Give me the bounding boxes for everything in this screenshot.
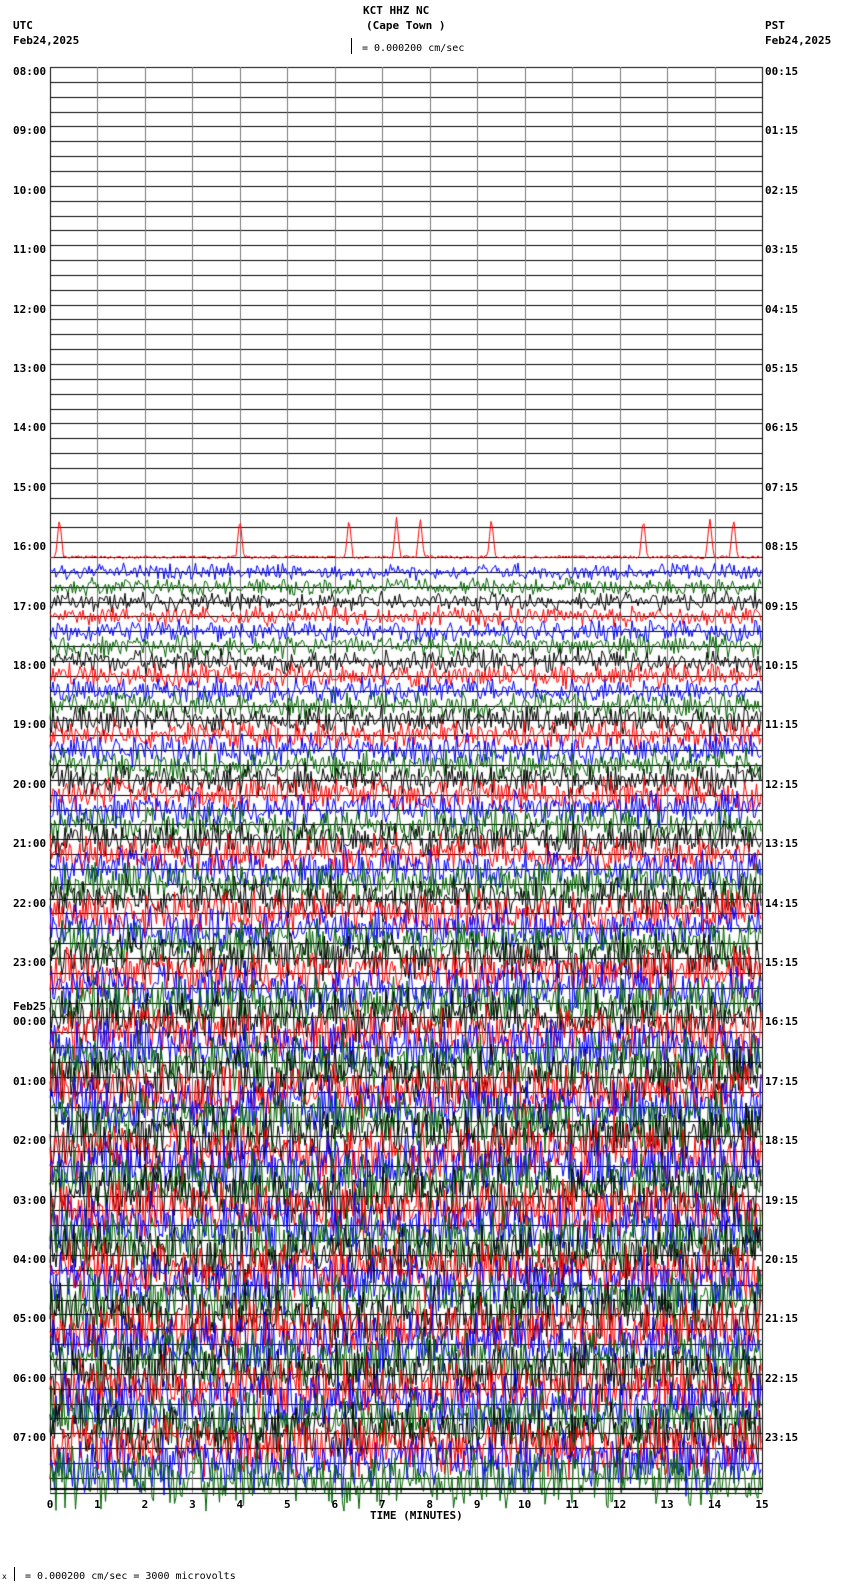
right-hour-label: 05:15 xyxy=(765,362,799,375)
right-hour-label: 08:15 xyxy=(765,540,799,554)
right-hour-label: 16:15 xyxy=(765,1015,799,1029)
left-hour-label: 06:00 xyxy=(13,1371,47,1385)
left-hour-label: 17:00 xyxy=(13,599,47,613)
x-tick-label: 14 xyxy=(707,1498,722,1511)
right-hour-label: 17:15 xyxy=(765,1074,799,1088)
right-hour-label: 01:15 xyxy=(765,124,799,138)
left-hour-label: 10:00 xyxy=(13,183,47,197)
corner-mark: x xyxy=(2,1572,7,1581)
right-hour-label: 11:15 xyxy=(765,718,799,732)
left-hour-label: 13:00 xyxy=(13,362,47,375)
right-hour-label: 18:15 xyxy=(765,1134,799,1148)
right-date: Feb24,2025 xyxy=(765,34,832,47)
right-hour-label: 07:15 xyxy=(765,480,799,494)
left-date-label: Feb25 xyxy=(13,1000,47,1014)
left-hour-label: 21:00 xyxy=(13,837,47,851)
right-hour-label: 23:15 xyxy=(765,1431,799,1445)
footer-scale-bar-icon xyxy=(14,1567,15,1581)
right-hour-label: 10:15 xyxy=(765,659,799,672)
right-hour-label: 00:15 xyxy=(765,65,799,78)
x-tick-label: 10 xyxy=(518,1498,532,1511)
left-hour-label: 05:00 xyxy=(13,1312,47,1326)
left-hour-label: 08:00 xyxy=(13,65,47,78)
helicorder-plot xyxy=(0,0,850,1584)
x-tick-label: 2 xyxy=(141,1498,149,1511)
left-hour-label: 15:00 xyxy=(13,480,47,494)
x-tick-label: 13 xyxy=(660,1498,674,1511)
right-hour-label: 20:15 xyxy=(765,1253,799,1266)
right-hour-label: 22:15 xyxy=(765,1371,799,1385)
x-tick-label: 12 xyxy=(612,1498,627,1511)
left-hour-label: 09:00 xyxy=(13,124,47,138)
x-tick-label: 1 xyxy=(94,1498,101,1511)
left-hour-label: 04:00 xyxy=(13,1253,47,1266)
right-hour-label: 21:15 xyxy=(765,1312,799,1326)
x-tick-label: 9 xyxy=(473,1498,481,1511)
left-hour-label: 18:00 xyxy=(13,659,47,672)
x-tick-label: 4 xyxy=(236,1498,244,1511)
left-date: Feb24,2025 xyxy=(13,34,80,47)
left-hour-label: 20:00 xyxy=(13,777,47,791)
left-hour-label: 23:00 xyxy=(13,956,47,969)
right-timezone: PST xyxy=(765,19,785,32)
right-hour-label: 19:15 xyxy=(765,1193,799,1207)
station-title: KCT HHZ NC xyxy=(363,4,430,17)
x-tick-label: 3 xyxy=(189,1498,196,1511)
left-hour-label: 19:00 xyxy=(13,718,47,732)
x-axis-label: TIME (MINUTES) xyxy=(370,1509,463,1522)
right-hour-label: 04:15 xyxy=(765,302,799,316)
right-hour-label: 15:15 xyxy=(765,956,799,969)
x-tick-label: 15 xyxy=(755,1498,769,1511)
x-tick-label: 6 xyxy=(331,1498,339,1511)
left-hour-label: 00:00 xyxy=(13,1015,47,1029)
x-tick-label: 0 xyxy=(46,1498,54,1511)
right-hour-label: 03:15 xyxy=(765,243,799,257)
right-hour-label: 12:15 xyxy=(765,777,799,791)
x-tick-label: 11 xyxy=(565,1498,579,1511)
scale-bar-icon xyxy=(351,38,352,54)
left-hour-label: 11:00 xyxy=(13,243,47,257)
right-hour-label: 02:15 xyxy=(765,183,799,197)
x-tick-label: 5 xyxy=(284,1498,291,1511)
left-hour-label: 07:00 xyxy=(13,1431,47,1445)
right-hour-label: 06:15 xyxy=(765,421,799,435)
left-hour-label: 12:00 xyxy=(13,302,47,316)
left-timezone: UTC xyxy=(13,19,33,32)
left-hour-label: 02:00 xyxy=(13,1134,47,1148)
scale-text: = 0.000200 cm/sec xyxy=(362,43,465,54)
right-hour-label: 13:15 xyxy=(765,837,799,851)
station-location: (Cape Town ) xyxy=(366,19,446,32)
left-hour-label: 16:00 xyxy=(13,540,47,554)
right-hour-label: 09:15 xyxy=(765,599,799,613)
left-hour-label: 14:00 xyxy=(13,421,47,435)
left-hour-label: 22:00 xyxy=(13,896,47,910)
left-hour-label: 03:00 xyxy=(13,1193,47,1207)
right-hour-label: 14:15 xyxy=(765,896,799,910)
footer-scale-text: = 0.000200 cm/sec = 3000 microvolts xyxy=(25,1571,236,1582)
left-hour-label: 01:00 xyxy=(13,1074,47,1088)
